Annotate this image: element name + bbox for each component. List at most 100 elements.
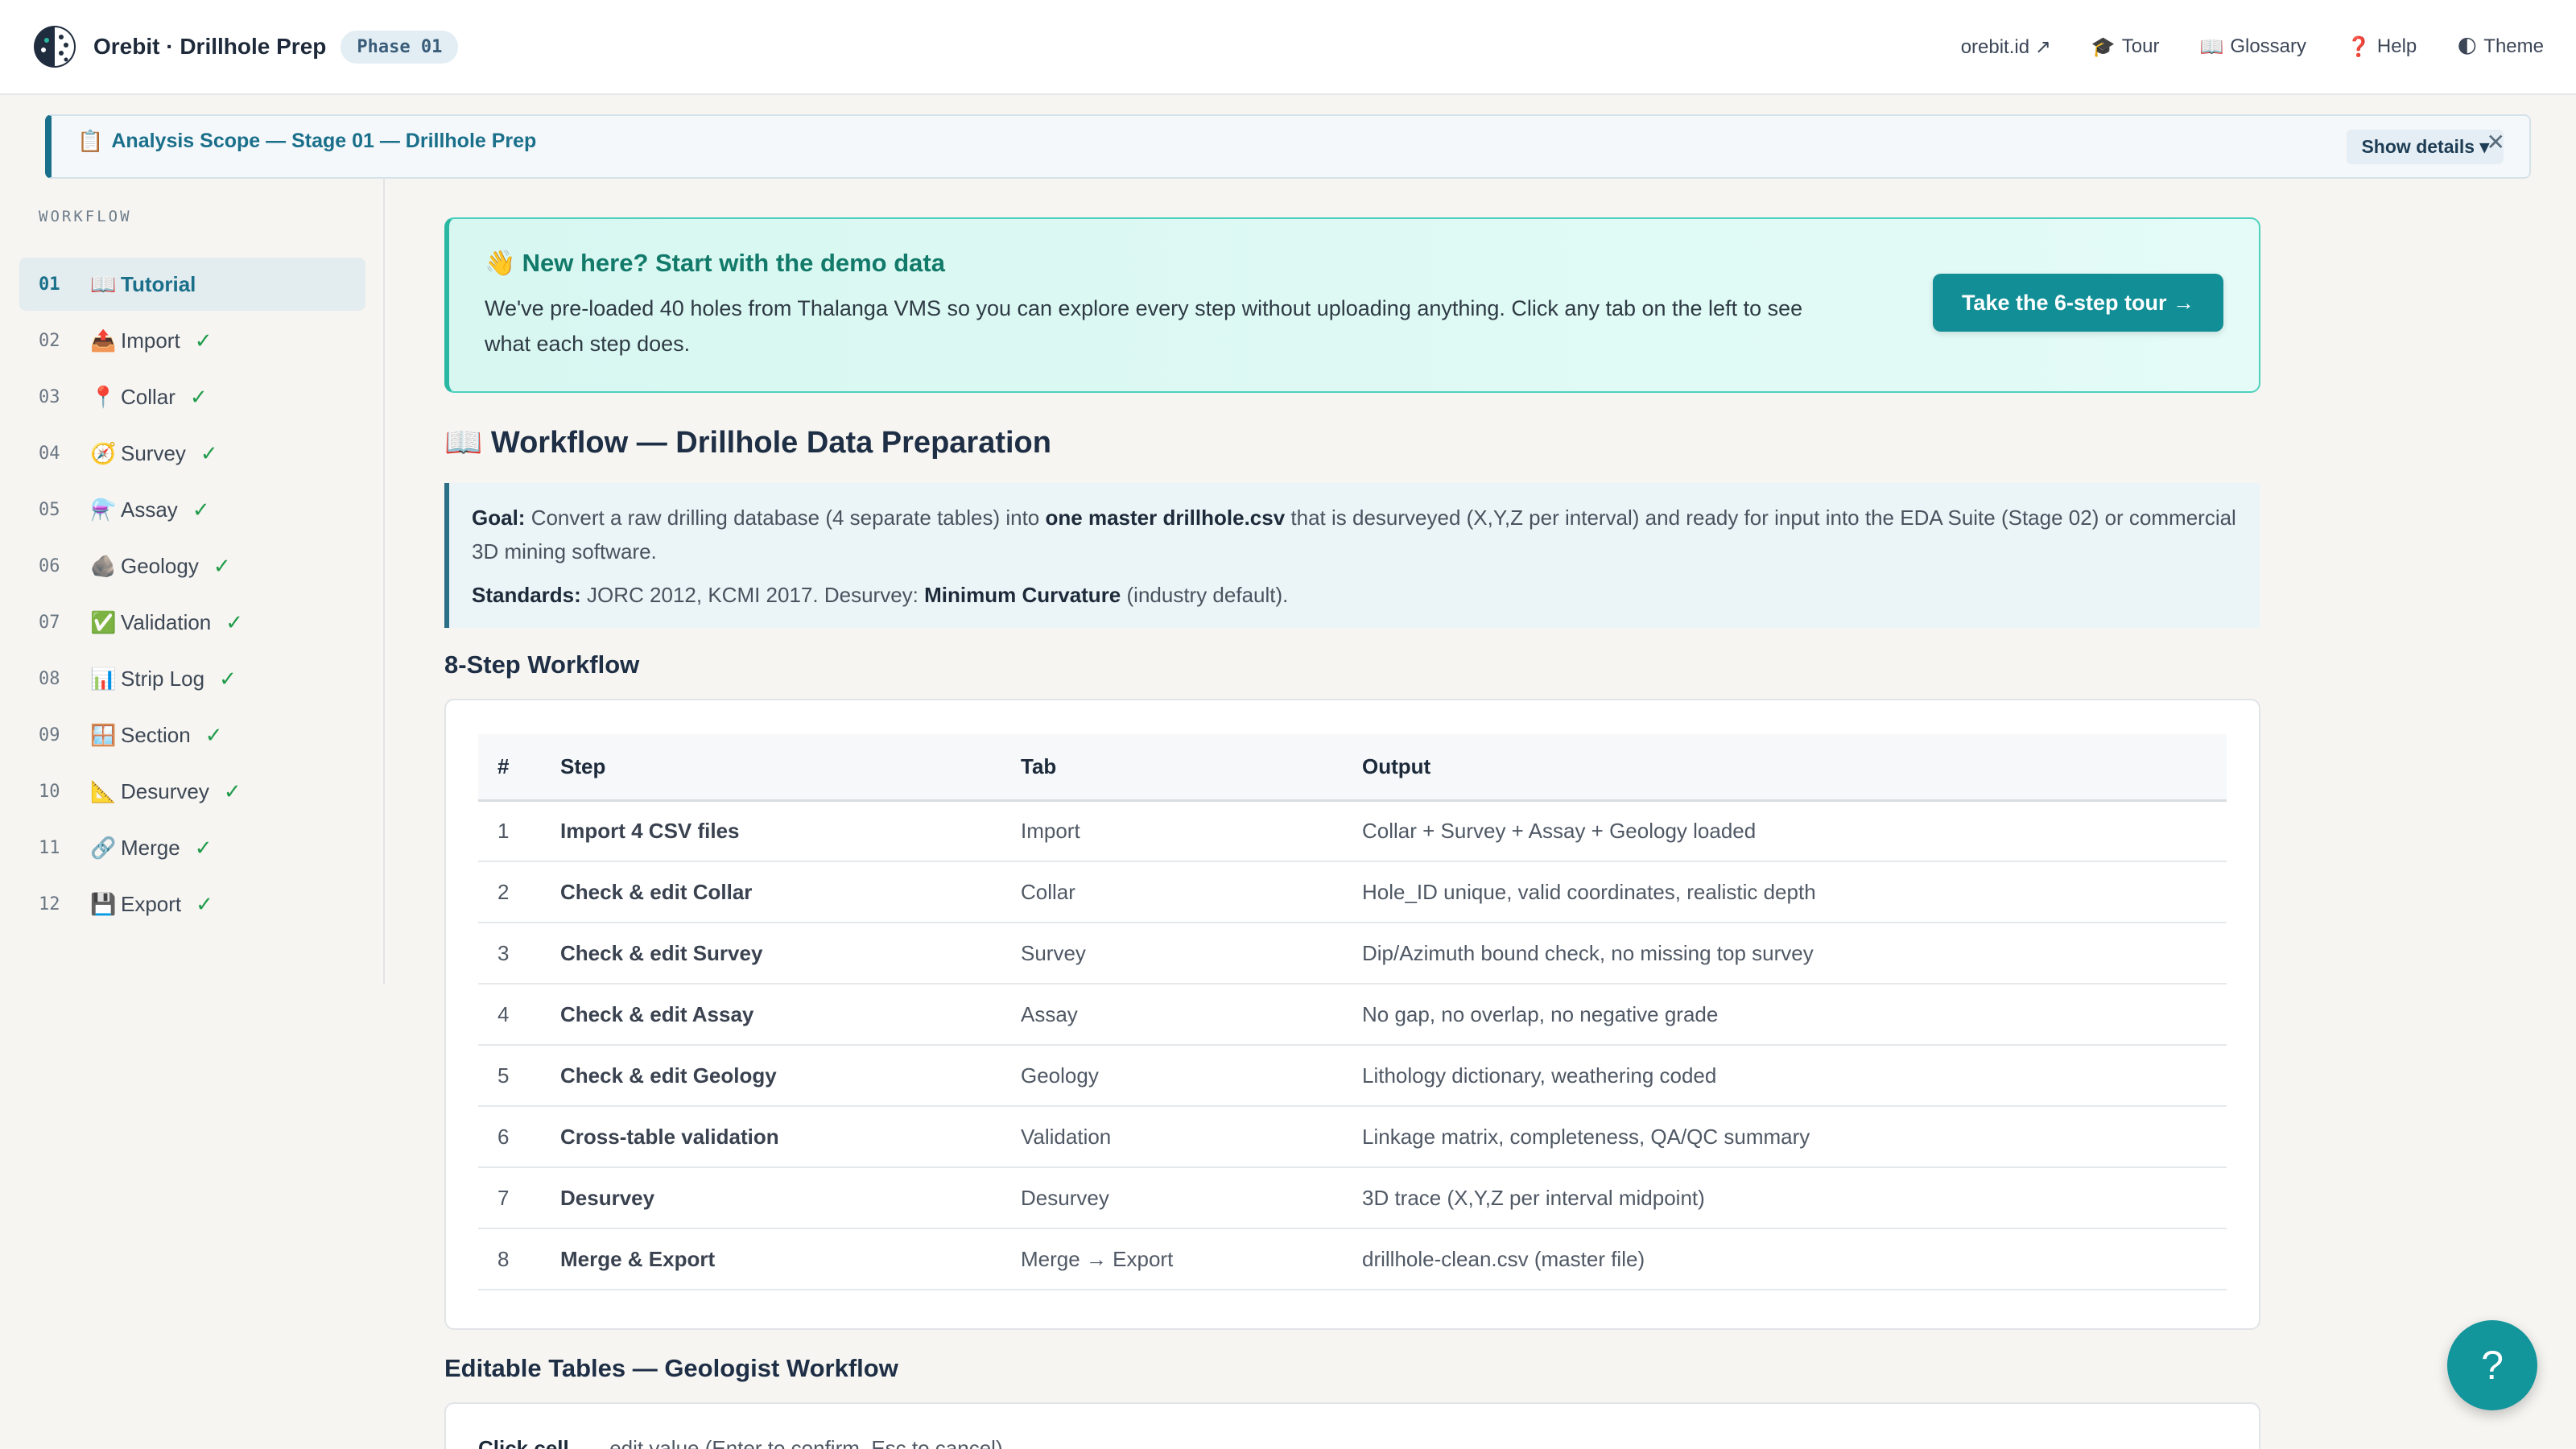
- start-tour-button[interactable]: Take the 6-step tour →: [1932, 274, 2223, 332]
- sidebar-item-desurvey[interactable]: 10 📐 Desurvey ✓: [19, 765, 365, 818]
- glossary-link-label: Glossary: [2230, 35, 2307, 57]
- tour-link-label: Tour: [2121, 35, 2160, 57]
- sidebar-item-import[interactable]: 02 📤 Import ✓: [19, 314, 365, 367]
- nav-number: 04: [39, 443, 60, 464]
- sidebar-item-validation[interactable]: 07 ✅ Validation ✓: [19, 596, 365, 649]
- app-title: Orebit · Drillhole Prep: [93, 34, 327, 59]
- row-step: Import 4 CSV files: [541, 800, 1001, 862]
- sidebar-item-tutorial[interactable]: 01 📖 Tutorial: [19, 258, 365, 311]
- link-icon: 🔗: [90, 835, 117, 860]
- nav-label: Tutorial: [121, 271, 196, 296]
- row-step: Check & edit Assay: [541, 984, 1001, 1046]
- show-details-button[interactable]: Show details ▾: [2347, 129, 2504, 164]
- table-row: 4 Check & edit Assay Assay No gap, no ov…: [478, 984, 2227, 1046]
- nav-label: Validation: [121, 609, 212, 634]
- row-number: 7: [478, 1167, 541, 1229]
- nav-number: 01: [39, 274, 60, 295]
- row-tab: Geology: [1001, 1045, 1343, 1107]
- phase-badge: Phase 01: [341, 30, 459, 64]
- table-header-row: # Step Tab Output: [478, 734, 2227, 802]
- check-icon: ✓: [194, 328, 213, 353]
- row-output: No gap, no overlap, no negative grade: [1343, 984, 2227, 1046]
- nav-number: 08: [39, 668, 60, 689]
- check-icon: ✓: [196, 891, 213, 916]
- check-icon: ✓: [219, 666, 237, 691]
- header-nav: orebit.id ↗ 🎓 Tour 📖 Glossary ❓ Help 🌓 T…: [1961, 35, 2544, 59]
- check-icon: ✓: [225, 609, 244, 634]
- row-tab: Merge → Export: [1001, 1228, 1343, 1290]
- scope-title: Analysis Scope — Stage 01 — Drillhole Pr…: [111, 129, 537, 152]
- app-header: Orebit · Drillhole Prep Phase 01 orebit.…: [0, 0, 2576, 95]
- nav-number: 09: [39, 724, 60, 745]
- standards-text-2: (industry default).: [1126, 583, 1289, 607]
- graduation-cap-icon: 🎓: [2091, 35, 2116, 58]
- rock-icon: 🪨: [90, 553, 117, 578]
- nav-label: Merge: [121, 835, 180, 860]
- table-row: 6 Cross-table validation Validation Link…: [478, 1106, 2227, 1168]
- row-output: Collar + Survey + Assay + Geology loaded: [1343, 800, 2227, 862]
- nav-label: Strip Log: [121, 666, 205, 691]
- nav-label: Desurvey: [121, 778, 209, 803]
- column-header: Output: [1343, 734, 2227, 802]
- window-icon: 🪟: [90, 722, 117, 747]
- nav-number: 02: [39, 330, 60, 351]
- help-link[interactable]: ❓ Help: [2347, 35, 2417, 59]
- steps-table-title: 8-Step Workflow: [444, 650, 640, 679]
- nav-number: 10: [39, 781, 60, 802]
- row-step: Desurvey: [541, 1167, 1001, 1229]
- column-header: #: [478, 734, 541, 802]
- row-tab: Validation: [1001, 1106, 1343, 1168]
- theme-toggle[interactable]: 🌓 Theme: [2457, 35, 2544, 59]
- row-output: 3D trace (X,Y,Z per interval midpoint): [1343, 1167, 2227, 1229]
- sidebar-item-section[interactable]: 09 🪟 Section ✓: [19, 708, 365, 762]
- help-link-label: Help: [2376, 35, 2417, 57]
- nav-number: 03: [39, 386, 60, 407]
- sidebar-item-strip-log[interactable]: 08 📊 Strip Log ✓: [19, 652, 365, 705]
- orebit-logo-icon[interactable]: [32, 24, 77, 69]
- column-header: Step: [541, 734, 1001, 802]
- sidebar-item-survey[interactable]: 04 🧭 Survey ✓: [19, 427, 365, 480]
- nav-label: Section: [121, 722, 191, 747]
- sidebar-item-geology[interactable]: 06 🪨 Geology ✓: [19, 539, 365, 592]
- workflow-nav: 01 📖 Tutorial 02 📤 Import ✓ 03 📍 Collar …: [19, 258, 365, 934]
- page-title: 📖 Workflow — Drillhole Data Preparation: [444, 425, 1051, 460]
- goal-paragraph: Goal: Convert a raw drilling database (4…: [472, 501, 2238, 568]
- glossary-link[interactable]: 📖 Glossary: [2199, 35, 2306, 59]
- standards-bold: Minimum Curvature: [924, 583, 1121, 607]
- row-step: Cross-table validation: [541, 1106, 1001, 1168]
- nav-label: Export: [121, 891, 182, 916]
- help-fab-button[interactable]: ?: [2447, 1320, 2537, 1410]
- sidebar-item-assay[interactable]: 05 ⚗️ Assay ✓: [19, 483, 365, 536]
- nav-label: Assay: [121, 497, 178, 522]
- row-number: 4: [478, 984, 541, 1046]
- nav-label: Collar: [121, 384, 175, 409]
- theme-toggle-label: Theme: [2483, 35, 2544, 57]
- close-icon[interactable]: ✕: [2487, 129, 2505, 155]
- tour-link[interactable]: 🎓 Tour: [2091, 35, 2160, 59]
- sidebar: WORKFLOW 01 📖 Tutorial 02 📤 Import ✓ 03 …: [0, 179, 385, 984]
- sidebar-item-collar[interactable]: 03 📍 Collar ✓: [19, 370, 365, 423]
- row-tab: Desurvey: [1001, 1167, 1343, 1229]
- compass-icon: 🧭: [90, 440, 117, 465]
- orebit-link[interactable]: orebit.id ↗: [1961, 35, 2051, 59]
- standards-text-1: JORC 2012, KCMI 2017. Desurvey:: [587, 583, 919, 607]
- row-step: Check & edit Geology: [541, 1045, 1001, 1107]
- pin-icon: 📍: [90, 384, 117, 409]
- sidebar-item-export[interactable]: 12 💾 Export ✓: [19, 877, 365, 931]
- sidebar-heading: WORKFLOW: [39, 208, 132, 225]
- nav-number: 07: [39, 612, 60, 633]
- row-number: 8: [478, 1228, 541, 1290]
- triangle-ruler-icon: 📐: [90, 778, 117, 803]
- row-number: 6: [478, 1106, 541, 1168]
- row-tab: Collar: [1001, 861, 1343, 923]
- check-icon: ✓: [204, 722, 223, 747]
- row-number: 1: [478, 800, 541, 862]
- outbox-icon: 📤: [90, 328, 117, 353]
- book-icon: 📖: [2199, 35, 2224, 58]
- clipboard-icon: 📋: [77, 128, 104, 153]
- nav-number: 11: [39, 837, 60, 858]
- row-step: Check & edit Collar: [541, 861, 1001, 923]
- sidebar-item-merge[interactable]: 11 🔗 Merge ✓: [19, 821, 365, 874]
- table-row: 3 Check & edit Survey Survey Dip/Azimuth…: [478, 923, 2227, 985]
- click-cell-label: Click cell: [478, 1436, 569, 1449]
